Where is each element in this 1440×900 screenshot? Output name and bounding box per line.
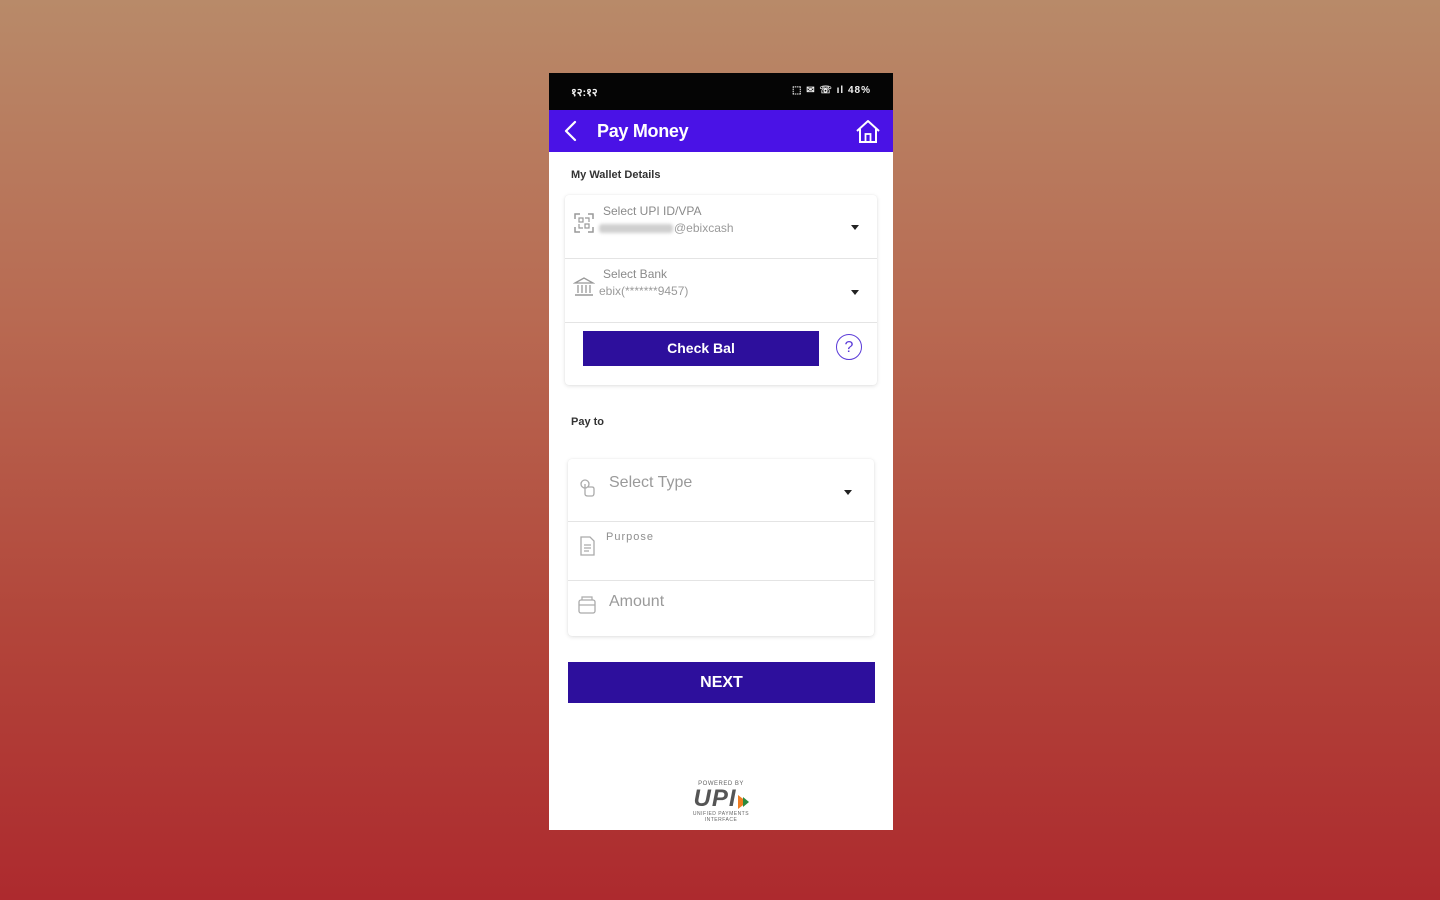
upi-select-label: Select UPI ID/VPA	[603, 204, 702, 218]
help-icon[interactable]: ?	[836, 334, 862, 360]
tap-hand-icon	[576, 476, 598, 498]
status-icons: ⬚ ✉ ☏ ıl 48%	[791, 85, 871, 96]
check-balance-button[interactable]: Check Bal	[583, 331, 819, 366]
bank-select-value: ebix(*******9457)	[599, 284, 689, 298]
dropdown-caret-icon	[844, 490, 852, 495]
status-bar: १२:१२ ⬚ ✉ ☏ ıl 48%	[549, 73, 893, 110]
purpose-placeholder: Purpose	[606, 531, 654, 543]
upi-logo-text: UPI	[693, 785, 737, 812]
dropdown-caret-icon	[851, 225, 859, 230]
select-type-placeholder: Select Type	[609, 474, 693, 491]
amount-placeholder: Amount	[609, 593, 665, 610]
bank-icon	[572, 276, 596, 298]
upi-select-value: @ebixcash	[599, 221, 734, 235]
status-time: १२:१२	[571, 87, 598, 99]
phone-screen: १२:१२ ⬚ ✉ ☏ ıl 48% Pay Money My Wallet D…	[549, 73, 893, 830]
upi-tagline: UNIFIED PAYMENTS INTERFACE	[692, 811, 750, 823]
qr-scan-icon	[573, 212, 595, 234]
bank-select-label: Select Bank	[603, 267, 668, 281]
wallet-section-label: My Wallet Details	[571, 169, 661, 181]
purpose-field[interactable]: Purpose	[568, 522, 874, 581]
upi-logo: POWERED BY UPI UNIFIED PAYMENTS INTERFAC…	[681, 781, 761, 827]
page-title: Pay Money	[597, 121, 689, 141]
dropdown-caret-icon	[851, 290, 859, 295]
wallet-icon	[576, 594, 598, 616]
upi-suffix: @ebixcash	[674, 221, 734, 235]
next-button[interactable]: NEXT	[568, 662, 875, 703]
masked-id	[599, 224, 673, 234]
bank-select[interactable]: Select Bank ebix(*******9457)	[565, 259, 877, 323]
home-icon[interactable]	[853, 116, 883, 146]
upi-arrow-green	[742, 796, 749, 807]
document-icon	[576, 535, 598, 557]
upi-select[interactable]: Select UPI ID/VPA @ebixcash	[565, 195, 877, 259]
app-bar: Pay Money	[549, 110, 893, 152]
select-type-dropdown[interactable]: Select Type	[568, 459, 874, 522]
pay-to-card: Select Type Purpose Amount	[568, 459, 874, 636]
pay-to-section-label: Pay to	[571, 416, 605, 428]
amount-field[interactable]: Amount	[568, 581, 874, 636]
back-arrow-icon[interactable]	[559, 118, 585, 144]
